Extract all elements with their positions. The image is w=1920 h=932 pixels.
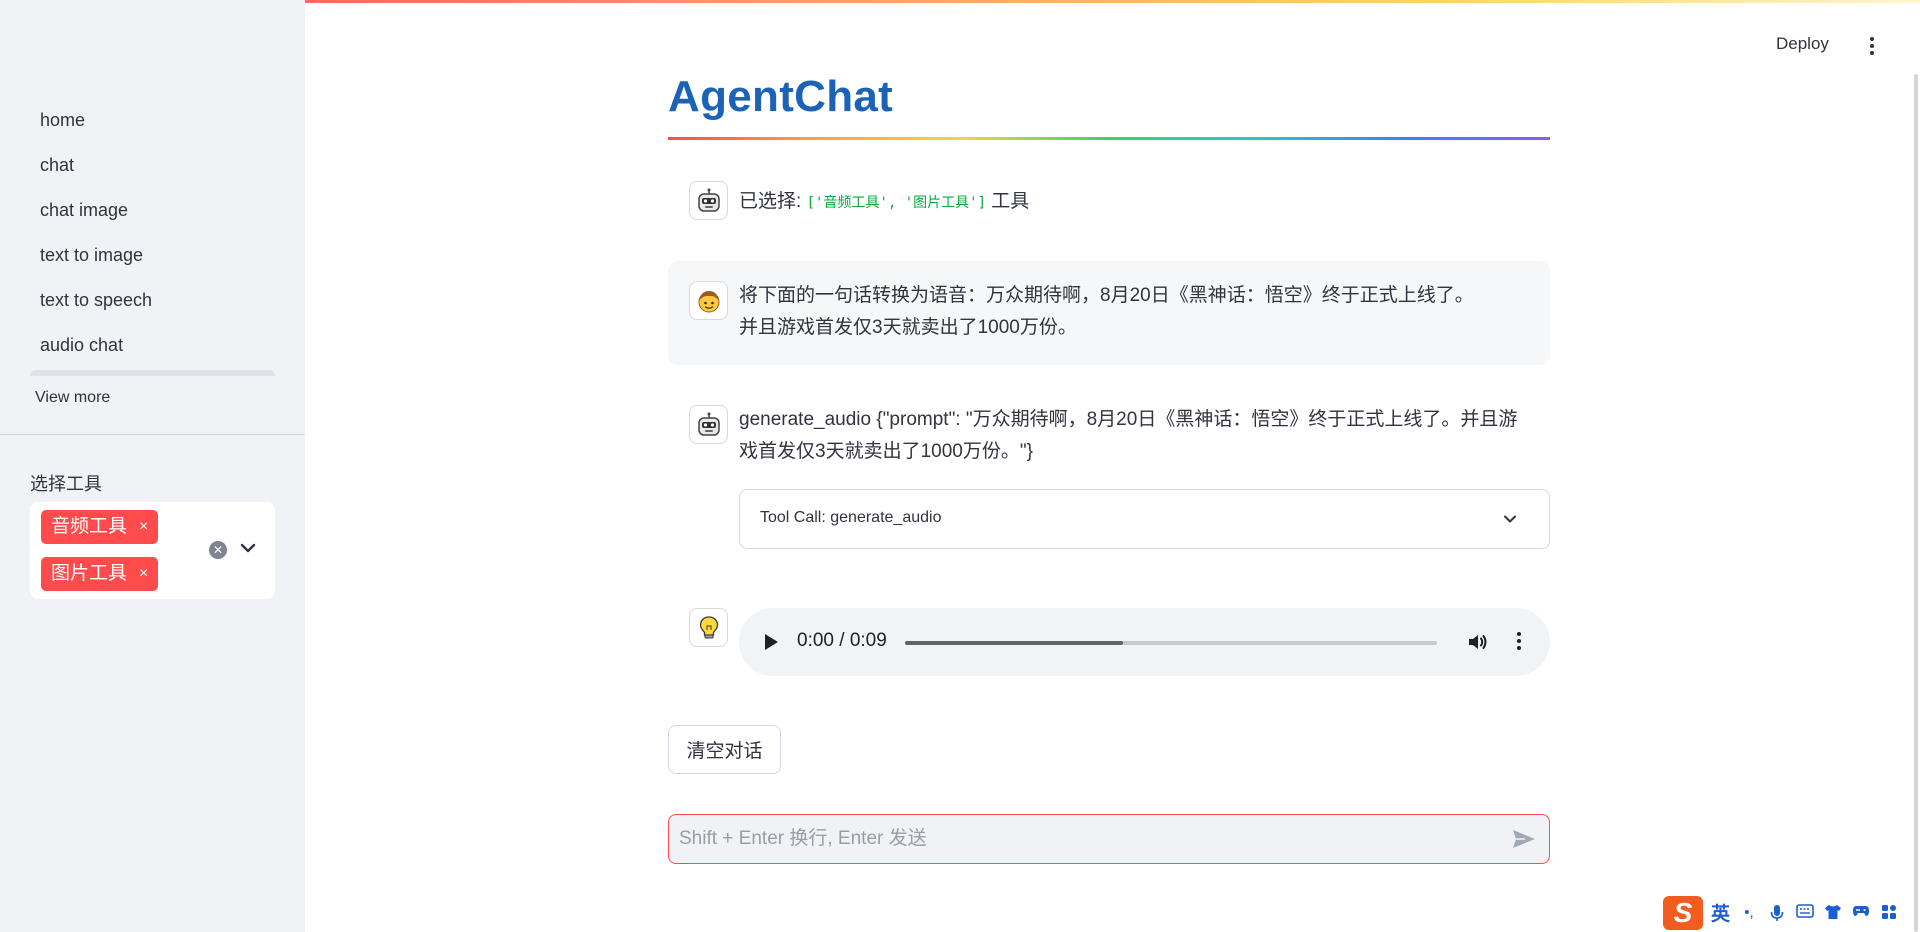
- sidebar: home chat chat image text to image text …: [0, 0, 305, 932]
- main-menu-icon[interactable]: [1862, 35, 1882, 57]
- assistant-avatar: [689, 181, 728, 220]
- sidebar-item-audio-chat[interactable]: audio chat: [30, 323, 275, 368]
- page-title: AgentChat: [668, 72, 894, 121]
- chip-remove-icon[interactable]: ×: [139, 510, 148, 544]
- game-icon[interactable]: [1852, 904, 1870, 922]
- user-message: 将下面的一句话转换为语音：万众期待啊，8月20日《黑神话：悟空》终于正式上线了。…: [739, 280, 1474, 344]
- tool-chip-label: 音频工具: [51, 516, 128, 537]
- message-suffix: 工具: [991, 191, 1030, 212]
- assistant-tool-message: generate_audio {"prompt": "万众期待啊，8月20日《黑…: [739, 404, 1554, 468]
- tool-multiselect[interactable]: 音频工具 × 图片工具 × ✕: [30, 502, 275, 599]
- clear-selection-icon[interactable]: ✕: [209, 541, 227, 559]
- user-message-line: 并且游戏首发仅3天就卖出了1000万份。: [739, 317, 1077, 338]
- chevron-down-icon[interactable]: [238, 538, 258, 558]
- audio-player: 0:00 / 0:09: [739, 608, 1550, 676]
- microphone-icon[interactable]: [1768, 904, 1786, 922]
- volume-icon[interactable]: [1466, 630, 1490, 654]
- message-prefix: 已选择:: [739, 191, 802, 212]
- main-scrollbar[interactable]: [1914, 74, 1918, 932]
- punctuation-icon[interactable]: •,: [1740, 904, 1758, 922]
- sidebar-divider: [0, 434, 305, 435]
- audio-progress-slider[interactable]: [905, 641, 1437, 645]
- tool-chip-audio: 音频工具 ×: [41, 510, 159, 544]
- view-more-link[interactable]: View more: [35, 389, 110, 407]
- title-divider: [668, 137, 1550, 140]
- skin-icon[interactable]: [1824, 904, 1842, 922]
- sidebar-item-home[interactable]: home: [30, 98, 275, 143]
- sidebar-nav: home chat chat image text to image text …: [30, 98, 275, 368]
- assistant-message-line: 戏首发仅3天就卖出了1000万份。"}: [739, 441, 1033, 462]
- tool-chip-label: 图片工具: [51, 563, 128, 584]
- keyboard-icon[interactable]: [1796, 903, 1814, 922]
- chat-input[interactable]: [679, 815, 1489, 863]
- ime-language-toggle[interactable]: 英: [1711, 899, 1730, 926]
- audio-more-icon[interactable]: [1515, 630, 1523, 654]
- sidebar-item-text-to-speech[interactable]: text to speech: [30, 278, 275, 323]
- chip-remove-icon[interactable]: ×: [139, 557, 148, 591]
- assistant-message-line: generate_audio {"prompt": "万众期待啊，8月20日《黑…: [739, 409, 1518, 430]
- assistant-message: 已选择: ['音频工具', '图片工具'] 工具: [739, 186, 1029, 219]
- user-avatar: [689, 281, 728, 320]
- sidebar-item-chat[interactable]: chat: [30, 143, 275, 188]
- ime-logo[interactable]: S: [1663, 895, 1703, 930]
- sidebar-item-chat-image[interactable]: chat image: [30, 188, 275, 233]
- lightbulb-icon: [699, 615, 718, 638]
- robot-icon: [697, 412, 720, 436]
- apps-icon[interactable]: [1880, 904, 1898, 922]
- tool-select-label: 选择工具: [30, 474, 102, 494]
- play-icon[interactable]: [765, 634, 778, 650]
- robot-icon: [697, 188, 720, 212]
- audio-progress-fill: [905, 641, 1124, 645]
- user-message-line: 将下面的一句话转换为语音：万众期待啊，8月20日《黑神话：悟空》终于正式上线了。: [739, 285, 1474, 306]
- inline-code: ['音频工具', '图片工具']: [806, 195, 986, 211]
- ime-toolbar: S 英 •,: [1663, 893, 1920, 932]
- deploy-button[interactable]: Deploy: [1776, 34, 1829, 54]
- clear-chat-button[interactable]: 清空对话: [668, 725, 781, 774]
- chat-input-container: [668, 814, 1550, 864]
- tool-avatar: [689, 608, 728, 647]
- tool-call-label: Tool Call: generate_audio: [760, 509, 942, 526]
- chevron-down-icon: [1504, 515, 1516, 523]
- tool-call-expander[interactable]: Tool Call: generate_audio: [739, 489, 1550, 549]
- nav-scroll-indicator: [30, 370, 275, 376]
- sidebar-item-text-to-image[interactable]: text to image: [30, 233, 275, 278]
- assistant-avatar: [689, 405, 728, 444]
- send-icon[interactable]: [1511, 827, 1537, 851]
- tool-chip-image: 图片工具 ×: [41, 557, 159, 591]
- audio-time: 0:00 / 0:09: [797, 630, 887, 651]
- user-face-icon: [698, 290, 719, 312]
